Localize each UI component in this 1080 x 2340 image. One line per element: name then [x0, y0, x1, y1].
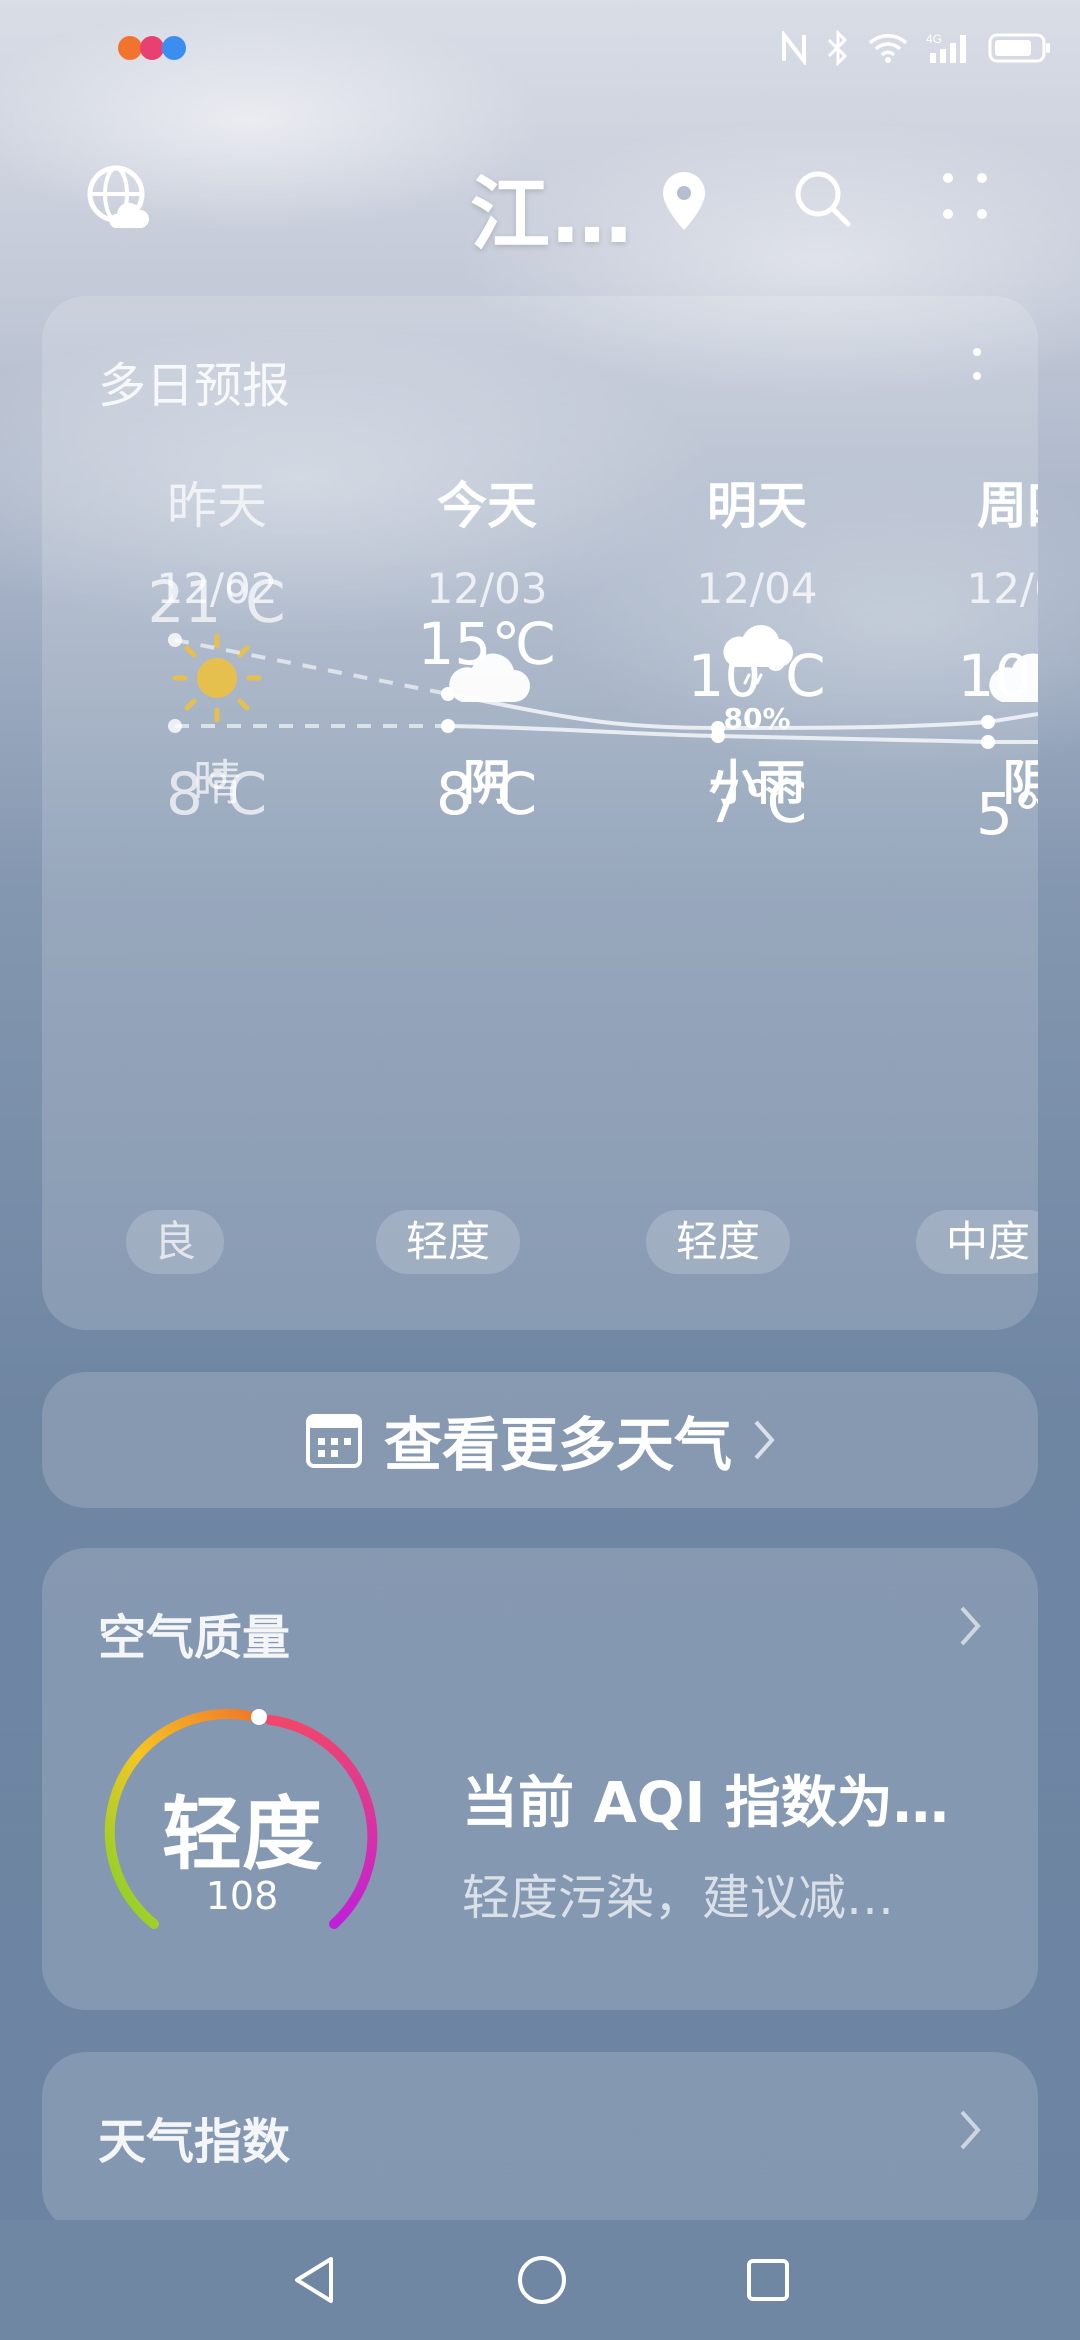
wifi-icon: [868, 34, 908, 63]
low-temp: 7℃: [705, 768, 809, 836]
high-temp: 21℃: [147, 568, 287, 636]
bluetooth-icon: [827, 30, 848, 66]
more-weather-label: 查看更多天气: [383, 1411, 732, 1479]
low-temp: 5℃: [975, 780, 1038, 848]
aqi-badge: 轻度: [376, 1210, 520, 1274]
globe-weather-icon[interactable]: [86, 164, 152, 230]
low-temp: 8℃: [435, 760, 539, 828]
app-notification-icon: [118, 36, 186, 60]
location-pin-icon[interactable]: [660, 170, 708, 232]
calendar-icon: [305, 1414, 362, 1468]
search-icon[interactable]: [792, 168, 854, 230]
weather-index-card[interactable]: 天气指数: [42, 2052, 1038, 2232]
nfc-icon: [782, 31, 806, 65]
system-nav-bar: [0, 2220, 1080, 2340]
air-quality-title: 空气质量: [98, 1610, 291, 1666]
aqi-headline: 当前 AQI 指数为…: [462, 1771, 949, 1836]
high-temp: 10℃: [957, 642, 1038, 710]
svg-text:4G: 4G: [926, 32, 942, 46]
more-dots-icon[interactable]: [940, 168, 990, 224]
more-weather-button[interactable]: 查看更多天气: [42, 1372, 1038, 1508]
aqi-badge: 中度: [916, 1210, 1038, 1274]
aqi-level: 轻度: [162, 1788, 322, 1881]
back-icon[interactable]: [289, 2253, 339, 2307]
high-temp: 10℃: [687, 642, 827, 710]
city-name[interactable]: 江…: [470, 150, 634, 266]
low-temp: 8℃: [165, 760, 269, 828]
multi-day-forecast-card[interactable]: 多日预报 昨天 12/02 晴 今天 12/03 阴 明天 12/04 80% …: [42, 296, 1038, 1330]
home-icon[interactable]: [516, 2254, 568, 2306]
weather-index-title: 天气指数: [98, 2114, 291, 2170]
top-header: 江…: [0, 140, 1080, 261]
chevron-right-icon: [960, 1606, 981, 1646]
aqi-description: 轻度污染，建议减…: [462, 1870, 895, 1926]
status-bar: 4G: [0, 0, 1080, 100]
aqi-value: 108: [205, 1874, 279, 1918]
chevron-right-icon: [960, 2110, 981, 2150]
signal-4g-icon: 4G: [926, 32, 966, 63]
battery-icon: [988, 33, 1050, 63]
high-temp: 15℃: [417, 610, 557, 678]
chevron-right-icon: [754, 1420, 775, 1460]
air-quality-card[interactable]: 空气质量 轻度 108 当前 AQI 指数为… 轻度污染，建议减…: [42, 1548, 1038, 2010]
aqi-badge: 良: [126, 1210, 224, 1274]
aqi-badge: 轻度: [646, 1210, 790, 1274]
recents-icon[interactable]: [745, 2257, 791, 2303]
